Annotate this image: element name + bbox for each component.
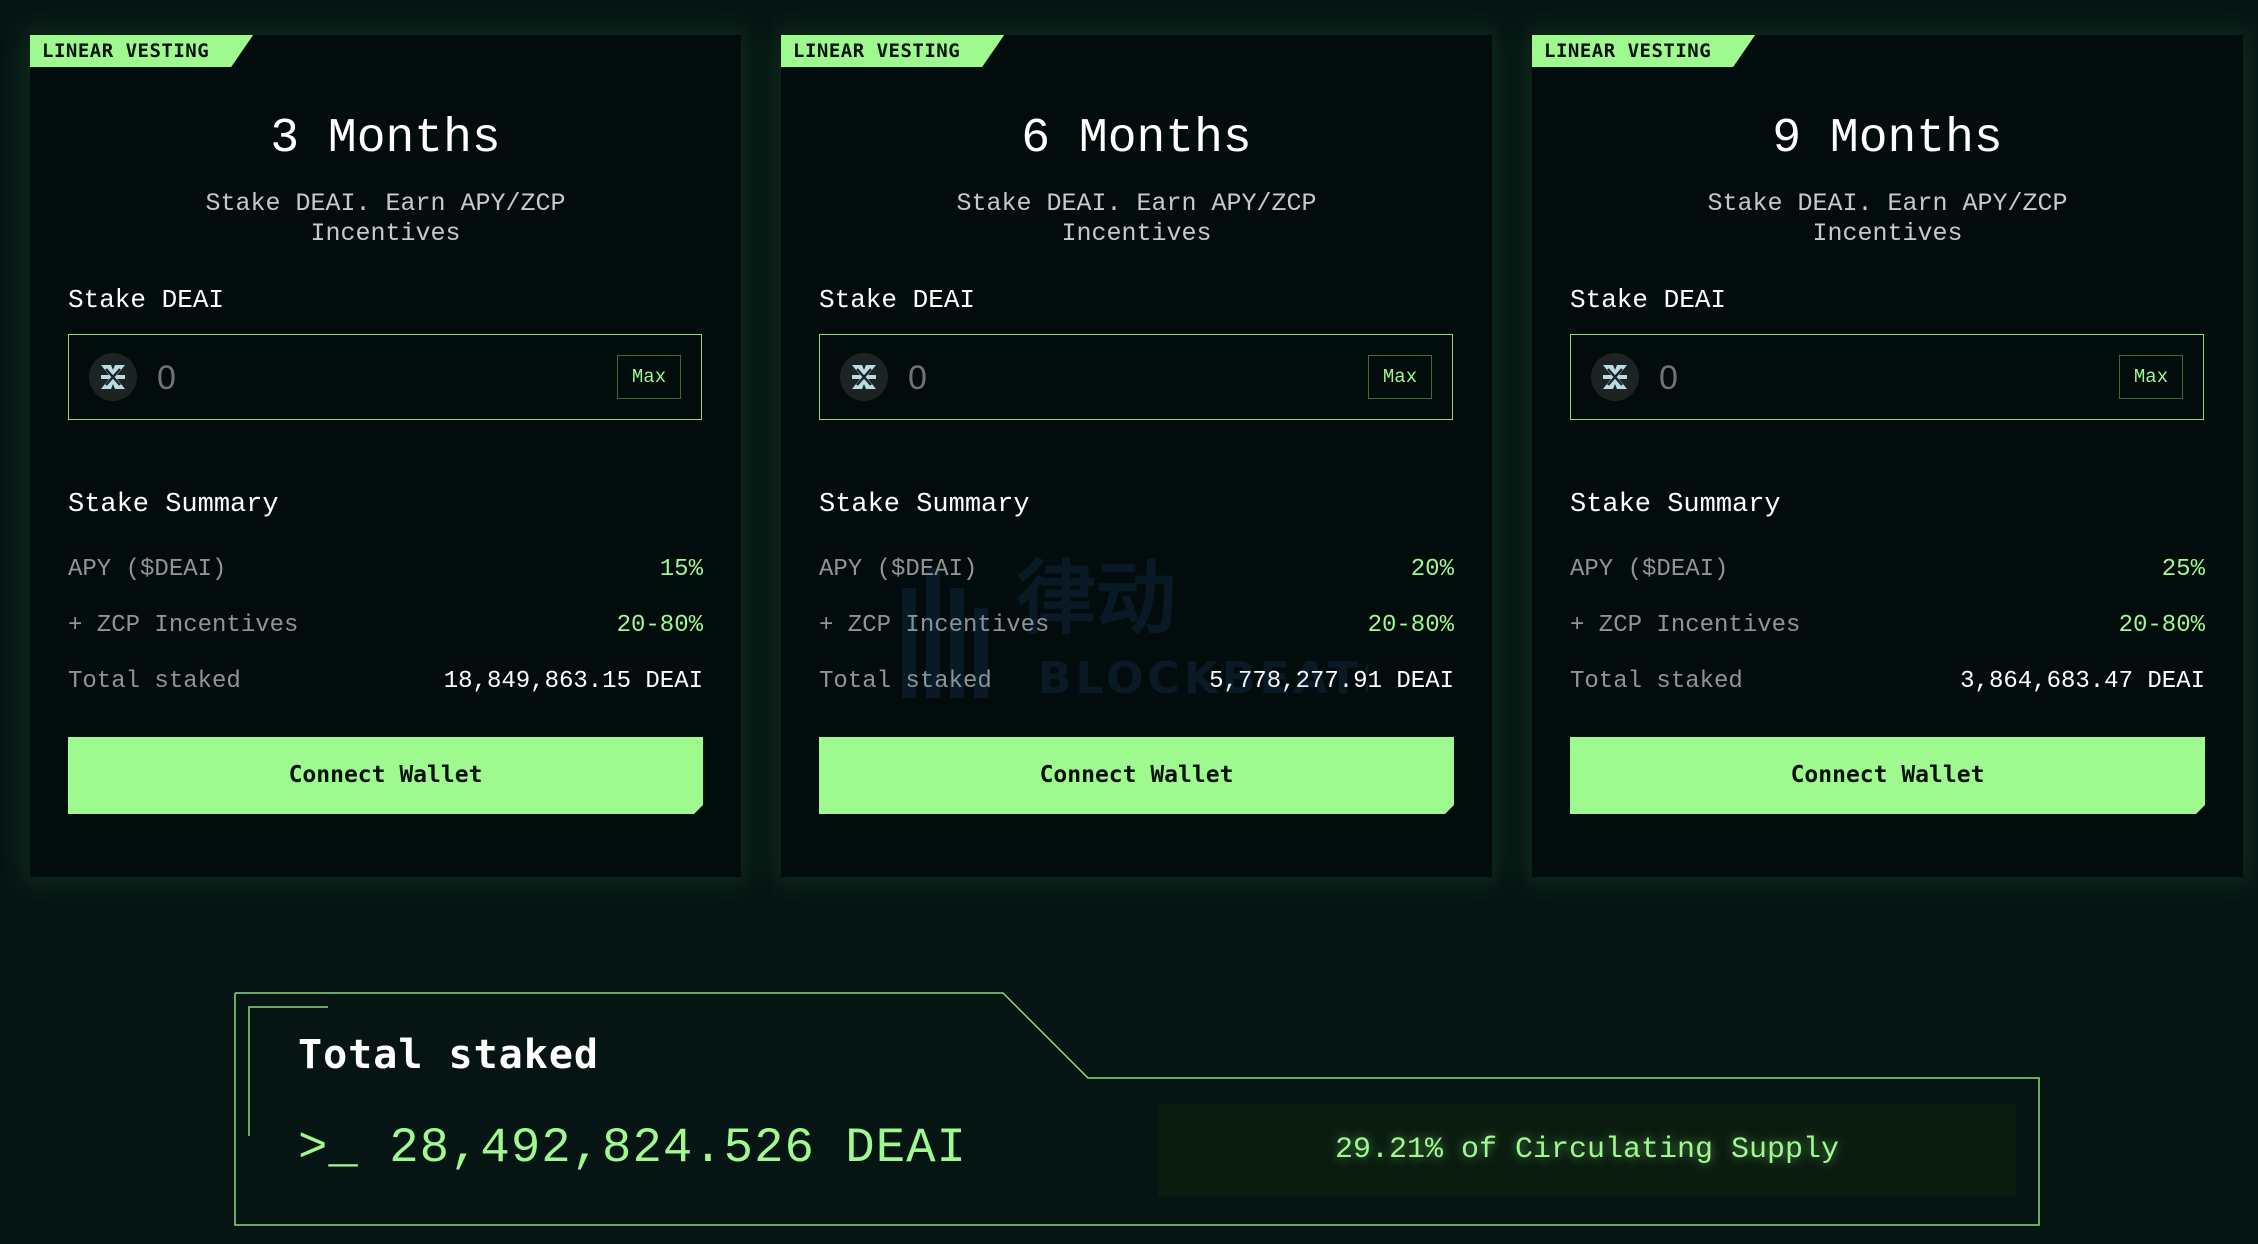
zcp-label: + ZCP Incentives: [68, 612, 299, 639]
total-staked-value: 18,849,863.15 DEAI: [443, 668, 703, 695]
staking-card-6-months: LINEAR VESTING 6 Months Stake DEAI. Earn…: [781, 35, 1492, 877]
stake-summary-title: Stake Summary: [1570, 490, 1781, 520]
total-staked-amount: >_ 28,492,824.526 DEAI: [298, 1120, 967, 1176]
total-staked-title: Total staked: [298, 1032, 599, 1078]
total-staked-value: 5,778,277.91 DEAI: [1209, 668, 1454, 695]
zcp-incentives-row: + ZCP Incentives 20-80%: [1570, 609, 2205, 643]
max-button[interactable]: Max: [617, 355, 681, 399]
zcp-incentives-row: + ZCP Incentives 20-80%: [819, 609, 1454, 643]
connect-wallet-button[interactable]: Connect Wallet: [819, 737, 1454, 814]
total-staked-label: Total staked: [68, 668, 241, 695]
apy-label: APY ($DEAI): [68, 556, 227, 583]
stake-amount-field[interactable]: 0 Max: [819, 334, 1453, 420]
linear-vesting-badge: LINEAR VESTING: [781, 35, 1004, 67]
apy-value: 20%: [1410, 556, 1454, 583]
connect-wallet-button[interactable]: Connect Wallet: [1570, 737, 2205, 814]
card-title: 9 Months: [1772, 112, 2003, 166]
apy-row: APY ($DEAI) 15%: [68, 553, 703, 587]
zcp-value: 20-80%: [1367, 612, 1454, 639]
total-staked-value: 3,864,683.47 DEAI: [1960, 668, 2205, 695]
zcp-value: 20-80%: [2118, 612, 2205, 639]
stake-amount-input[interactable]: 0: [1659, 335, 1678, 421]
staking-card-3-months: LINEAR VESTING 3 Months Stake DEAI. Earn…: [30, 35, 741, 877]
total-staked-panel: Total staked >_ 28,492,824.526 DEAI 29.2…: [234, 992, 2040, 1226]
deai-token-icon: [89, 353, 137, 401]
linear-vesting-badge: LINEAR VESTING: [30, 35, 253, 67]
total-staked-label: Total staked: [1570, 668, 1743, 695]
card-title: 6 Months: [1021, 112, 1252, 166]
total-staked-label: Total staked: [819, 668, 992, 695]
deai-token-icon: [1591, 353, 1639, 401]
stake-label: Stake DEAI: [1570, 285, 1727, 315]
apy-label: APY ($DEAI): [819, 556, 978, 583]
apy-row: APY ($DEAI) 20%: [819, 553, 1454, 587]
apy-row: APY ($DEAI) 25%: [1570, 553, 2205, 587]
total-staked-row: Total staked 5,778,277.91 DEAI: [819, 665, 1454, 699]
linear-vesting-badge: LINEAR VESTING: [1532, 35, 1755, 67]
staking-card-9-months: LINEAR VESTING 9 Months Stake DEAI. Earn…: [1532, 35, 2243, 877]
circulating-supply-badge: 29.21% of Circulating Supply: [1158, 1104, 2016, 1196]
deai-token-icon: [840, 353, 888, 401]
staking-page: LINEAR VESTING 3 Months Stake DEAI. Earn…: [0, 0, 2258, 1244]
stake-summary-title: Stake Summary: [68, 490, 279, 520]
stake-label: Stake DEAI: [819, 285, 976, 315]
max-button[interactable]: Max: [1368, 355, 1432, 399]
zcp-incentives-row: + ZCP Incentives 20-80%: [68, 609, 703, 643]
zcp-value: 20-80%: [616, 612, 703, 639]
connect-wallet-button[interactable]: Connect Wallet: [68, 737, 703, 814]
card-subtitle: Stake DEAI. Earn APY/ZCP Incentives: [1707, 189, 2068, 248]
zcp-label: + ZCP Incentives: [819, 612, 1050, 639]
stake-amount-input[interactable]: 0: [908, 335, 927, 421]
apy-label: APY ($DEAI): [1570, 556, 1729, 583]
card-subtitle: Stake DEAI. Earn APY/ZCP Incentives: [956, 189, 1317, 248]
stake-amount-input[interactable]: 0: [157, 335, 176, 421]
max-button[interactable]: Max: [2119, 355, 2183, 399]
stake-summary-title: Stake Summary: [819, 490, 1030, 520]
card-title: 3 Months: [270, 112, 501, 166]
stake-amount-field[interactable]: 0 Max: [1570, 334, 2204, 420]
card-subtitle: Stake DEAI. Earn APY/ZCP Incentives: [205, 189, 566, 248]
apy-value: 15%: [659, 556, 703, 583]
zcp-label: + ZCP Incentives: [1570, 612, 1801, 639]
apy-value: 25%: [2161, 556, 2205, 583]
total-staked-row: Total staked 3,864,683.47 DEAI: [1570, 665, 2205, 699]
stake-label: Stake DEAI: [68, 285, 225, 315]
total-staked-row: Total staked 18,849,863.15 DEAI: [68, 665, 703, 699]
stake-amount-field[interactable]: 0 Max: [68, 334, 702, 420]
